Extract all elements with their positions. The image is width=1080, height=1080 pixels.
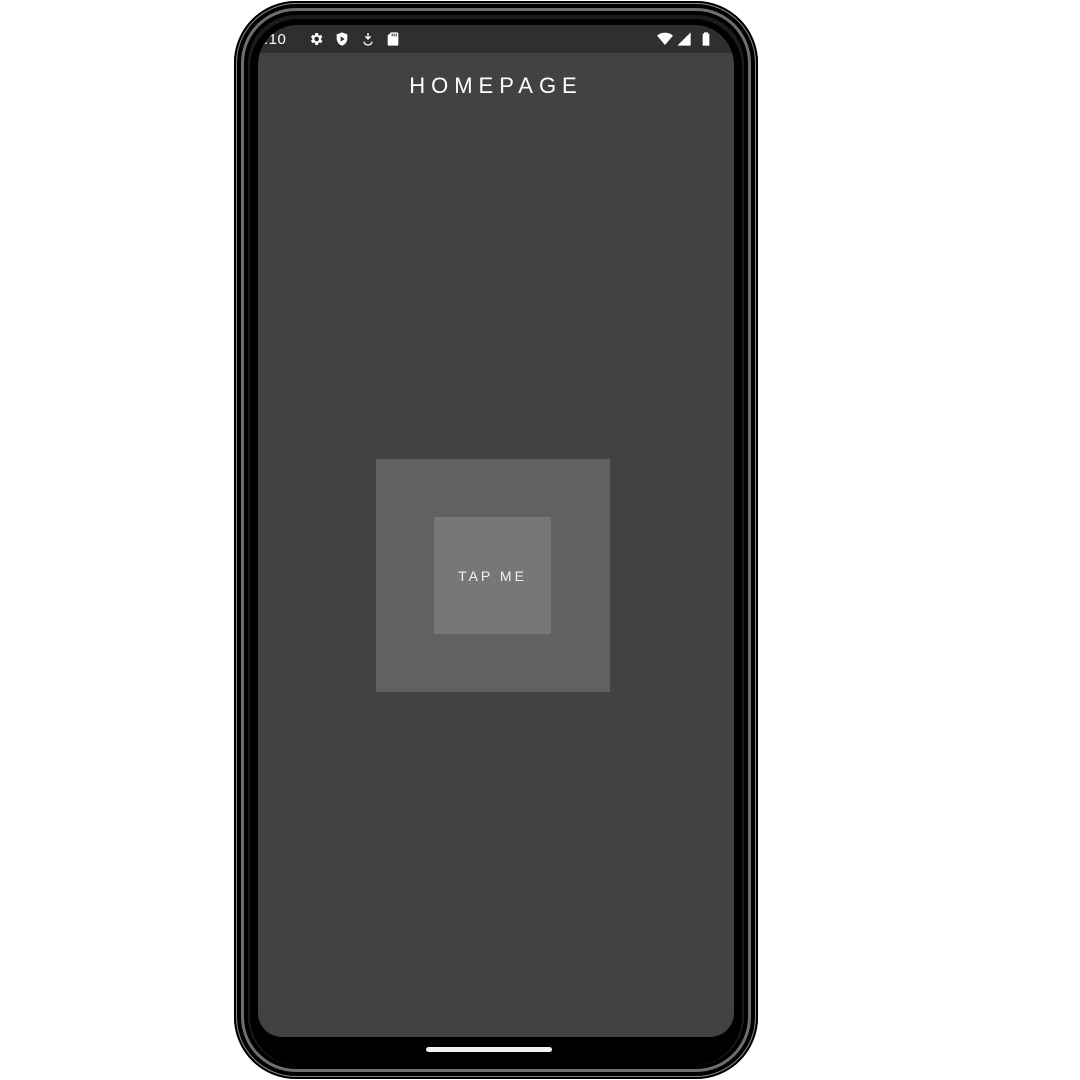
status-time: :10 [264,31,287,48]
shield-play-icon [334,31,350,47]
status-bar: :10 [258,25,734,53]
tap-area-container: TAP ME [376,459,610,692]
app-screen: :10 HOMEPAGE TAP ME [258,25,734,1037]
sd-card-icon [385,31,401,47]
page-title: HOMEPAGE [409,73,583,98]
tap-me-label: TAP ME [458,567,527,584]
settings-icon [308,31,324,47]
phone-frame: :10 HOMEPAGE TAP ME [234,1,758,1079]
wifi-icon [656,31,674,47]
download-icon [360,31,376,47]
tap-me-button[interactable]: TAP ME [434,517,551,634]
navigation-bar [250,1037,742,1065]
home-gesture-handle[interactable] [426,1047,552,1052]
battery-icon [698,31,714,47]
screen-bezel: :10 HOMEPAGE TAP ME [250,19,742,1065]
signal-icon [676,31,692,47]
